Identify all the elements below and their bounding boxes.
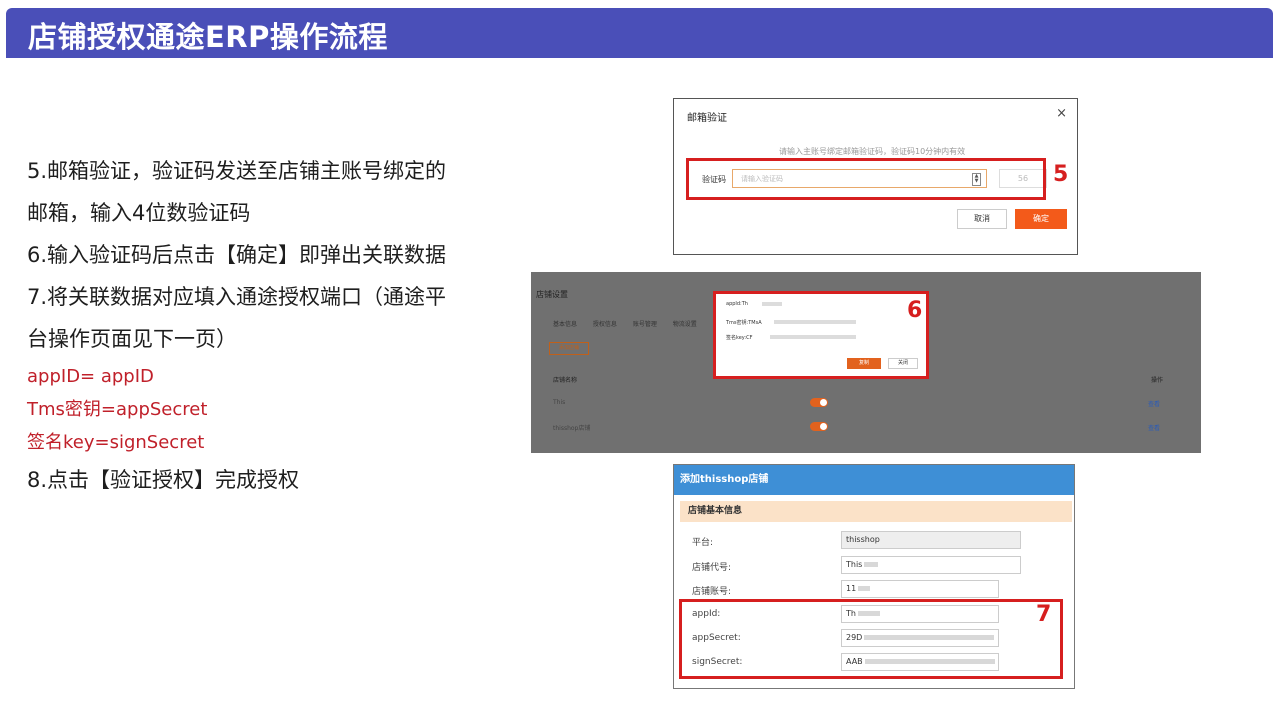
step-marker: 6 [907, 298, 923, 323]
related-data-popup: appId:Th Tms密钥:TMsA 签名key:CF 复制 关闭 6 [713, 291, 929, 379]
table-row: thisshop店铺 [553, 425, 591, 432]
mapping-sign-key: 签名key=signSecret [27, 432, 205, 453]
field-label-shop-code: 店铺代号: [692, 563, 732, 573]
highlight-box [679, 599, 1063, 679]
step-5-line-1: 5.邮箱验证，验证码发送至店铺主账号绑定的 [27, 159, 447, 183]
add-shop-button[interactable]: 添加店铺 [549, 342, 589, 355]
dialog-title: 邮箱验证 [687, 113, 727, 124]
shop-account-field[interactable]: 11 [841, 580, 999, 598]
table-header-op: 操作 [1151, 377, 1164, 384]
verify-hint: 请输入主账号绑定邮箱验证码，验证码10分钟内有效 [779, 147, 966, 156]
mapping-appid: appID= appID [27, 366, 154, 387]
close-icon[interactable]: × [1056, 106, 1067, 121]
add-shop-form: 添加thisshop店铺 店铺基本信息 平台: thisshop 店铺代号: T… [673, 464, 1075, 689]
field-label-shop-account: 店铺账号: [692, 587, 732, 597]
redacted-value [774, 320, 856, 324]
step-8: 8.点击【验证授权】完成授权 [27, 468, 300, 492]
toggle-switch[interactable] [810, 422, 828, 431]
step-marker: 5 [1053, 162, 1069, 187]
bg-title: 店铺设置 [536, 290, 568, 299]
close-button[interactable]: 关闭 [888, 358, 918, 369]
mapping-tms-secret: Tms密钥=appSecret [27, 399, 208, 420]
form-title: 添加thisshop店铺 [674, 465, 1074, 495]
step-marker: 7 [1036, 602, 1052, 627]
step-7-line-1: 7.将关联数据对应填入通途授权端口（通途平 [27, 285, 447, 309]
view-link[interactable]: 查看 [1148, 399, 1160, 408]
page-title: 店铺授权通途ERP操作流程 [28, 20, 388, 54]
popup-line-appid: appId:Th [726, 301, 748, 307]
redacted-value [762, 302, 782, 306]
step-7-line-2: 台操作页面见下一页） [27, 327, 237, 351]
table-row: This [553, 399, 566, 406]
step-5-line-2: 邮箱，输入4位数验证码 [27, 201, 251, 225]
view-link[interactable]: 查看 [1148, 423, 1160, 432]
related-data-screenshot: 店铺设置 基本信息 授权信息 账号管理 物流设置 添加店铺 店铺名称 操作 Th… [531, 272, 1201, 453]
bg-tabs[interactable]: 基本信息 授权信息 账号管理 物流设置 [553, 319, 697, 328]
table-header-name: 店铺名称 [553, 377, 578, 384]
email-verify-dialog: 邮箱验证 × 请输入主账号绑定邮箱验证码，验证码10分钟内有效 验证码 请输入验… [673, 98, 1078, 255]
field-label-platform: 平台: [692, 538, 714, 548]
instructions: 5.邮箱验证，验证码发送至店铺主账号绑定的 邮箱，输入4位数验证码 6.输入验证… [27, 150, 517, 501]
popup-line-tms: Tms密钥:TMsA [726, 320, 762, 326]
confirm-button[interactable]: 确定 [1015, 209, 1067, 229]
highlight-box [686, 158, 1046, 200]
redacted-value [770, 335, 856, 339]
copy-button[interactable]: 复制 [847, 358, 881, 369]
title-banner: 店铺授权通途ERP操作流程 [6, 8, 1273, 58]
popup-line-sign: 签名key:CF [726, 335, 753, 341]
step-6: 6.输入验证码后点击【确定】即弹出关联数据 [27, 243, 447, 267]
platform-field: thisshop [841, 531, 1021, 549]
cancel-button[interactable]: 取消 [957, 209, 1007, 229]
shop-code-field[interactable]: This [841, 556, 1021, 574]
section-header: 店铺基本信息 [680, 501, 1072, 522]
toggle-switch[interactable] [810, 398, 828, 407]
